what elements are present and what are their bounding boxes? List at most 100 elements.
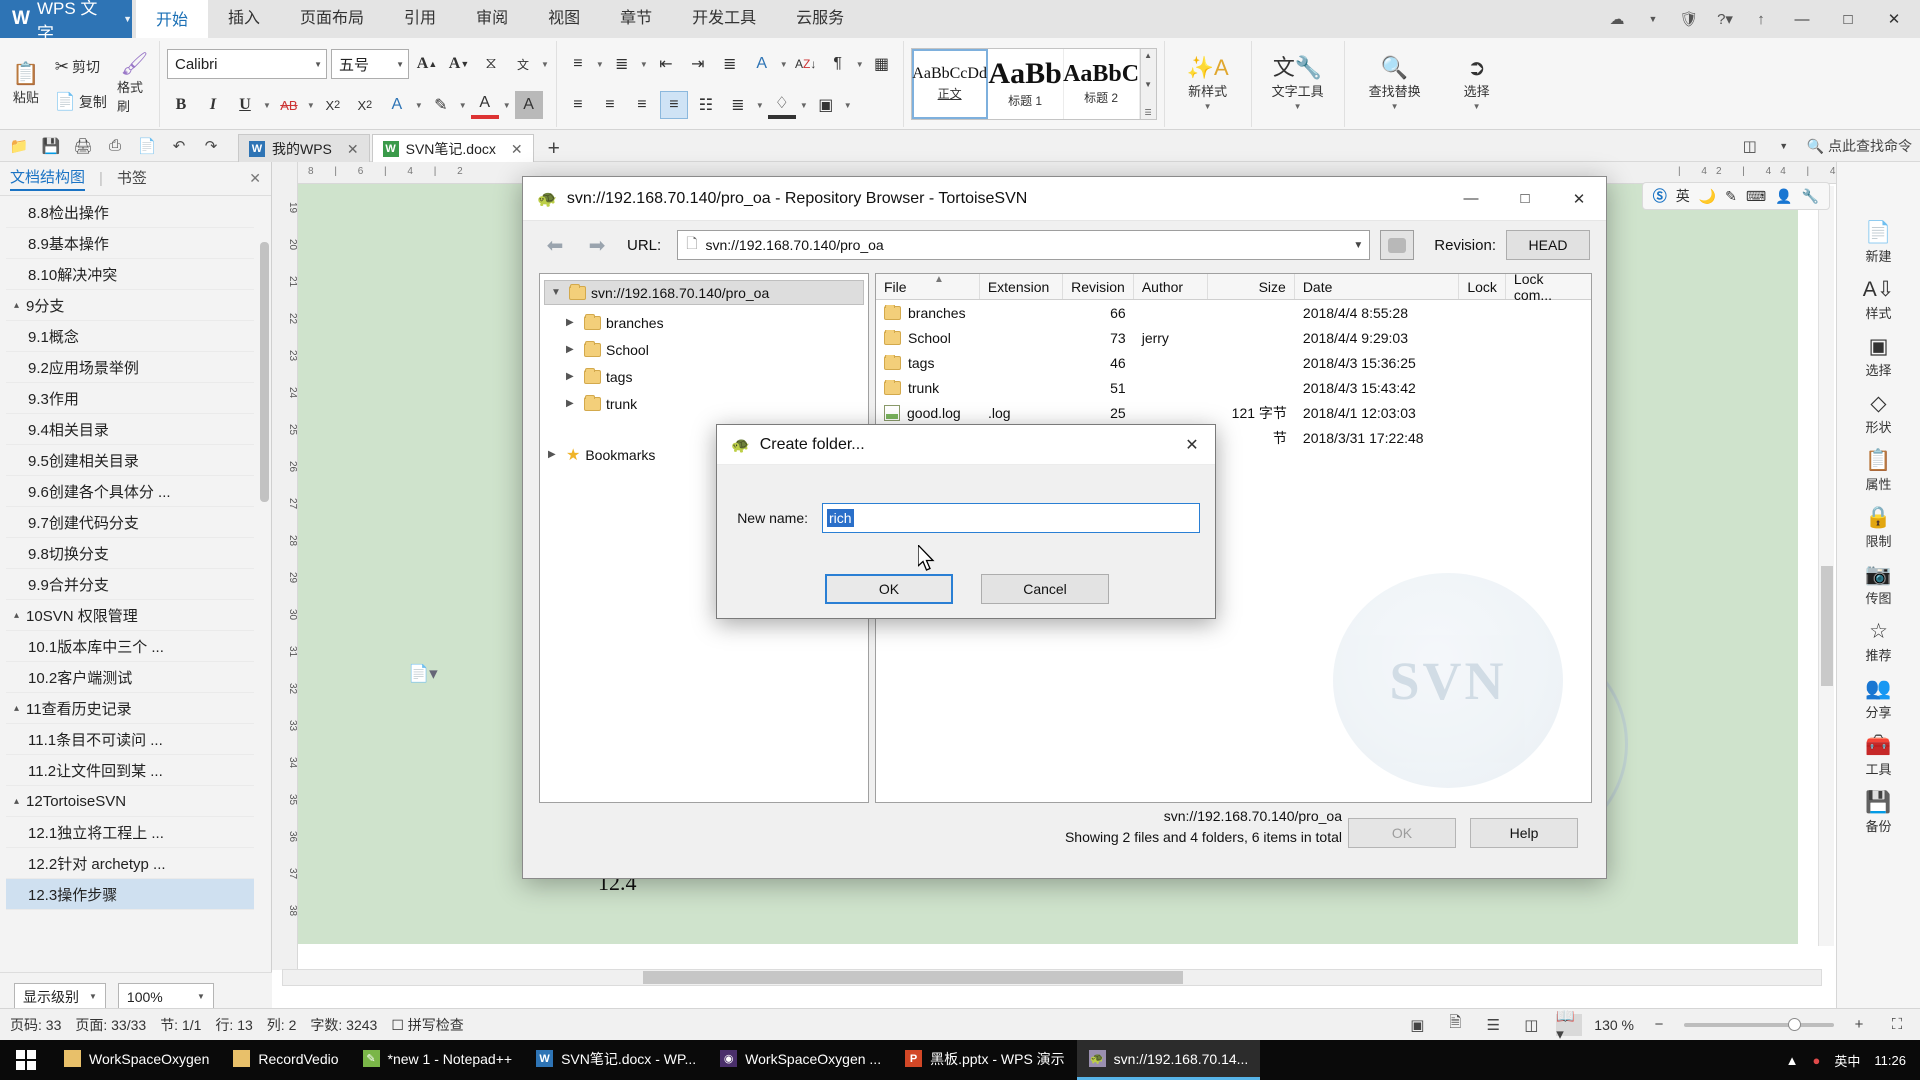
outline-item[interactable]: 11.1条目不可读问 ...	[6, 724, 254, 755]
shading-icon[interactable]: ♢	[767, 91, 796, 119]
revision-head-button[interactable]: HEAD	[1506, 230, 1590, 260]
document-vertical-scrollbar[interactable]	[1818, 186, 1834, 946]
format-painter-button[interactable]: 🖌 格式刷	[117, 53, 152, 115]
protect-icon[interactable]: ▣	[1404, 1014, 1430, 1036]
line-spacing-icon[interactable]: ≣	[724, 91, 752, 119]
outline-item[interactable]: 8.8检出操作	[6, 197, 254, 228]
print-icon[interactable]: ⎙	[104, 137, 126, 154]
outline-item[interactable]: 9.3作用	[6, 383, 254, 414]
chevron-down-icon[interactable]: ▼	[1353, 240, 1363, 251]
table-icon[interactable]: ▦	[868, 50, 896, 78]
close-tab-icon[interactable]: ✕	[347, 141, 359, 158]
strikethrough-button[interactable]: AB	[275, 91, 303, 119]
taskbar-item-ppt[interactable]: P 黑板.pptx - WPS 演示	[893, 1040, 1077, 1080]
outline-item[interactable]: 10SVN 权限管理	[6, 600, 254, 631]
taskbar-item-svn[interactable]: 🐢 svn://192.168.70.14...	[1076, 1040, 1261, 1080]
tree-node-trunk[interactable]: ▶ trunk	[540, 390, 868, 417]
bullets-icon[interactable]: ≡	[564, 50, 592, 78]
outline-item[interactable]: 9.4相关目录	[6, 414, 254, 445]
chevron-down-icon[interactable]: ▼	[800, 101, 808, 110]
outline-item[interactable]: 12.2针对 archetyp ...	[6, 848, 254, 879]
highlight-icon[interactable]: ✎	[427, 91, 455, 119]
chevron-down-icon[interactable]: ▼	[541, 60, 549, 69]
underline-button[interactable]: U	[231, 91, 259, 119]
borders-icon[interactable]: ▣	[812, 91, 840, 119]
tab-bookmarks[interactable]: 书签	[117, 167, 147, 190]
chevron-down-icon[interactable]: ▼	[307, 101, 315, 110]
close-icon[interactable]: ✕	[1169, 425, 1215, 465]
italic-button[interactable]: I	[199, 91, 227, 119]
chevron-down-icon[interactable]: ▼	[263, 101, 271, 110]
chevron-down-icon[interactable]: ▼	[551, 287, 564, 298]
char-shading-button[interactable]: A	[514, 91, 543, 119]
new-icon[interactable]: 📄	[136, 137, 158, 155]
back-arrow-icon[interactable]: ⬅	[539, 231, 571, 259]
rail-item-share[interactable]: 👥 分享	[1844, 678, 1914, 721]
grow-font-button[interactable]: A ▲	[413, 50, 441, 78]
svn-maximize-button[interactable]: □	[1498, 177, 1552, 221]
command-search-box[interactable]: 🔍 点此查找命令	[1807, 136, 1912, 156]
document-tab-my-wps[interactable]: W 我的WPS ✕	[238, 134, 370, 163]
column-header-extension[interactable]: Extension	[980, 274, 1064, 299]
close-button[interactable]: ✕	[1872, 0, 1916, 38]
cut-button[interactable]: ✂ 剪切	[51, 52, 111, 82]
chevron-down-icon[interactable]: ▼	[1773, 141, 1795, 151]
outline-scrollbar[interactable]	[260, 242, 269, 502]
chevron-down-icon[interactable]: ▼	[780, 60, 788, 69]
ribbon-tab-view[interactable]: 视图	[528, 0, 600, 38]
outline-item[interactable]: 9.6创建各个具体分 ...	[6, 476, 254, 507]
svn-close-button[interactable]: ✕	[1552, 177, 1606, 221]
share-icon[interactable]: ↑	[1744, 3, 1778, 35]
zoom-slider[interactable]	[1684, 1017, 1834, 1031]
outline-item-selected[interactable]: 12.3操作步骤	[6, 879, 254, 910]
pinyin-icon[interactable]: A	[748, 50, 776, 78]
bold-button[interactable]: B	[167, 91, 195, 119]
go-button[interactable]	[1380, 230, 1415, 260]
chevron-down-icon[interactable]: ▼	[503, 101, 511, 110]
text-tools-button[interactable]: 文🔧 文字工具 ▼	[1259, 41, 1337, 127]
ime-indicator[interactable]: 英中	[1834, 1051, 1860, 1070]
rail-item-styles[interactable]: A⇩ 样式	[1844, 279, 1914, 322]
outline-item[interactable]: 10.2客户端测试	[6, 662, 254, 693]
copy-button[interactable]: 📄 复制	[51, 87, 111, 117]
table-row[interactable]: good.log .log 25 121 字节 2018/4/1 12:03:0…	[876, 400, 1591, 425]
sort-icon[interactable]: A Z ↓	[792, 50, 820, 78]
paste-options-icon[interactable]: 📄▾	[408, 664, 438, 684]
document-tab-svn-notes[interactable]: W SVN笔记.docx ✕	[371, 134, 534, 163]
redo-icon[interactable]: ↷	[200, 137, 222, 155]
scroll-down-icon[interactable]: ▼	[1144, 80, 1152, 89]
outline-item[interactable]: 12.1独立将工程上 ...	[6, 817, 254, 848]
save-icon[interactable]: 💾	[40, 137, 62, 155]
web-view-icon[interactable]: ◫	[1518, 1014, 1544, 1036]
outline-item[interactable]: 8.10解决冲突	[6, 259, 254, 290]
taskbar-item-wps-doc[interactable]: W SVN笔记.docx - WP...	[524, 1040, 708, 1080]
taskbar-item-eclipse[interactable]: ◉ WorkSpaceOxygen ...	[708, 1040, 893, 1080]
char-border-button[interactable]: A	[383, 91, 411, 119]
rail-item-restrict[interactable]: 🔒 限制	[1844, 507, 1914, 550]
ribbon-tab-cloud[interactable]: 云服务	[776, 0, 864, 38]
outline-item[interactable]: 8.9基本操作	[6, 228, 254, 259]
rail-item-select[interactable]: ▣ 选择	[1844, 336, 1914, 379]
table-row[interactable]: trunk 51 2018/4/3 15:43:42	[876, 375, 1591, 400]
style-gallery-scrollbar[interactable]: ▲ ▼ ☰	[1139, 49, 1156, 119]
tree-node-tags[interactable]: ▶ tags	[540, 363, 868, 390]
paste-button[interactable]: 📋 粘贴	[7, 62, 45, 106]
style-item-heading1[interactable]: AaBb 标题 1	[988, 49, 1064, 119]
document-horizontal-scrollbar[interactable]	[282, 969, 1822, 986]
minimize-button[interactable]: —	[1780, 0, 1824, 38]
ribbon-tab-references[interactable]: 引用	[384, 0, 456, 38]
wrench-icon[interactable]: 🔧	[1802, 188, 1819, 205]
close-outline-icon[interactable]: ✕	[249, 170, 261, 187]
zoom-in-button[interactable]: +	[1846, 1014, 1872, 1036]
chevron-down-icon[interactable]: ▼	[844, 101, 852, 110]
clock[interactable]: 11:26	[1874, 1053, 1906, 1068]
windows-start-icon[interactable]	[0, 1040, 52, 1080]
ribbon-tab-section[interactable]: 章节	[600, 0, 672, 38]
rail-item-shapes[interactable]: ◇ 形状	[1844, 393, 1914, 436]
chevron-down-icon[interactable]: ▼	[596, 60, 604, 69]
open-icon[interactable]: 📁	[8, 137, 30, 155]
forward-arrow-icon[interactable]: ➡	[581, 231, 613, 259]
find-replace-button[interactable]: 🔍 查找替换 ▼	[1352, 57, 1438, 112]
ribbon-tab-review[interactable]: 审阅	[456, 0, 528, 38]
chevron-up-icon[interactable]: ▲	[1786, 1053, 1799, 1068]
